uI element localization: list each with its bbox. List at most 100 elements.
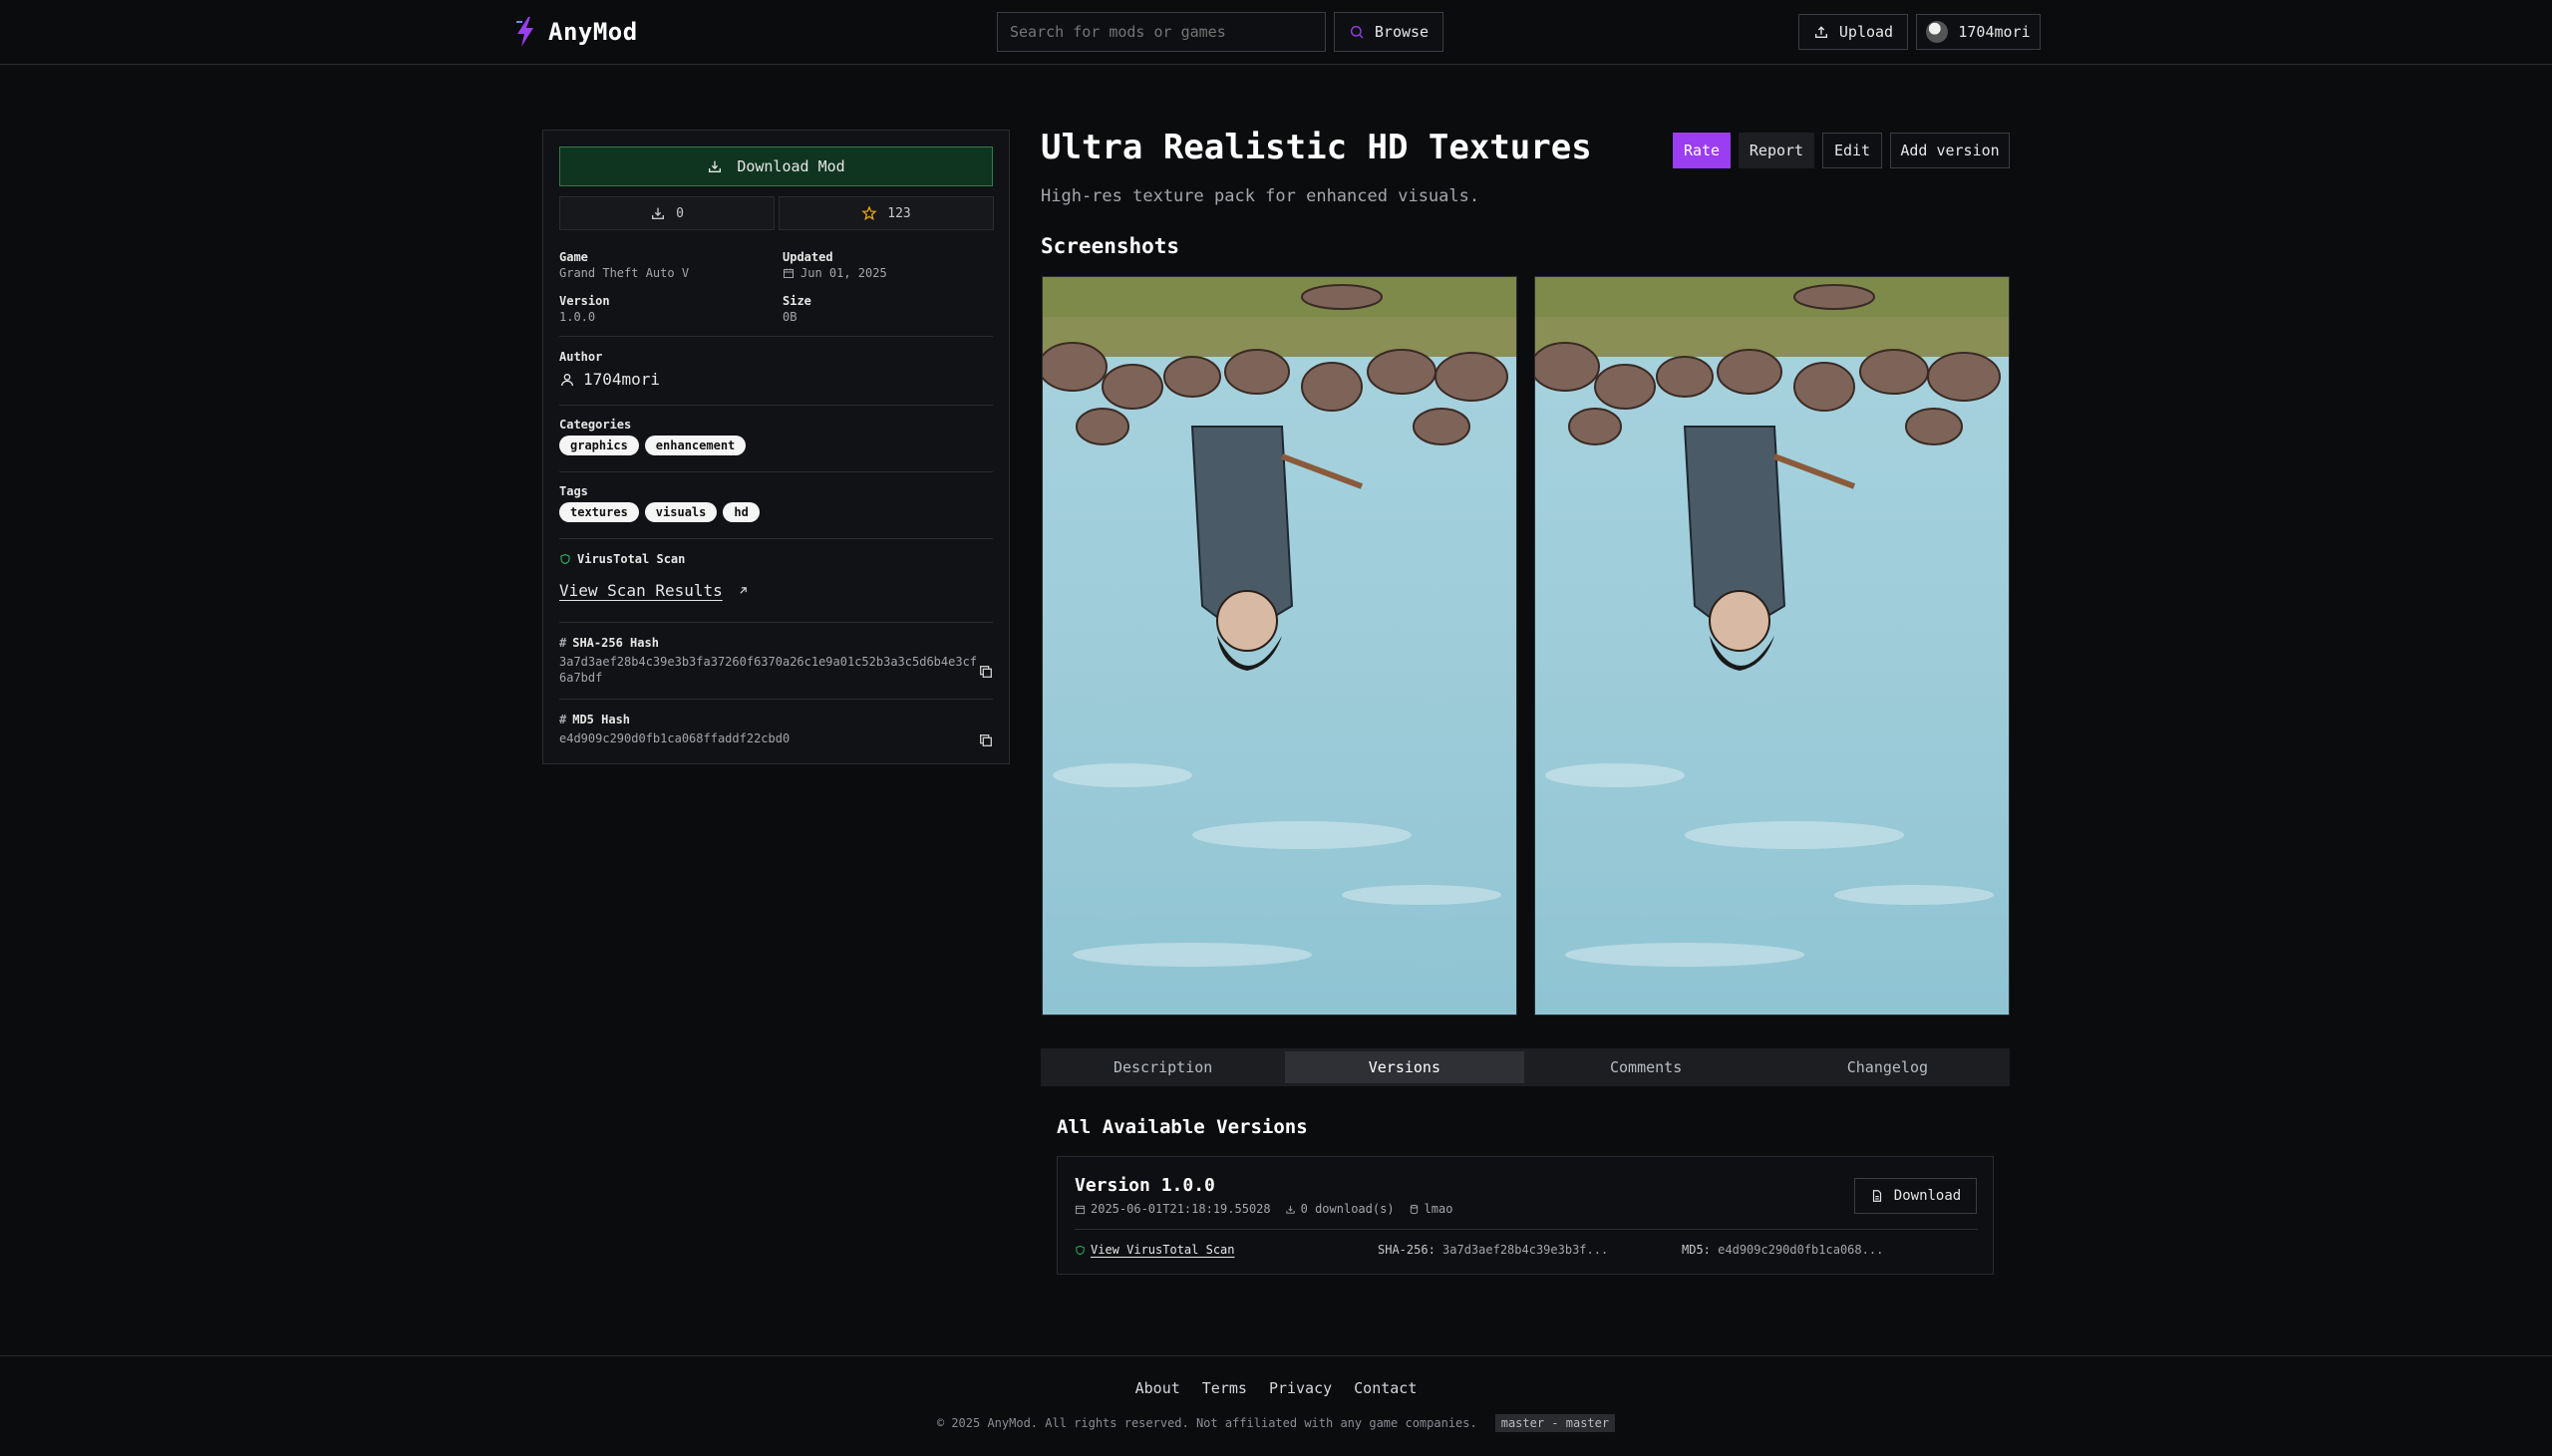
divider: [1075, 1229, 1978, 1230]
virustotal-label: VirusTotal Scan: [577, 552, 686, 566]
view-scan-results-link[interactable]: View Scan Results: [559, 581, 750, 600]
copy-icon[interactable]: [978, 664, 994, 680]
download-icon: [1286, 1205, 1295, 1214]
hash-icon: #: [559, 713, 567, 727]
version-md5-label: MD5:: [1682, 1243, 1711, 1257]
version-sha-label: SHA-256:: [1378, 1243, 1436, 1257]
edit-button[interactable]: Edit: [1822, 133, 1882, 168]
tab-versions[interactable]: Versions: [1285, 1051, 1524, 1083]
downloads-count: 0: [676, 205, 684, 221]
tab-comments[interactable]: Comments: [1527, 1051, 1765, 1083]
tab-description[interactable]: Description: [1044, 1051, 1282, 1083]
calendar-icon: [784, 268, 794, 278]
version-name: Version 1.0.0: [1075, 1175, 1215, 1196]
version-meta: 2025-06-01T21:18:19.55028 0 download(s) …: [1075, 1202, 1452, 1216]
category-pill[interactable]: enhancement: [644, 436, 747, 455]
virustotal-link-label: View VirusTotal Scan: [1091, 1243, 1235, 1257]
branch-badge: master - master: [1494, 1414, 1616, 1432]
copy-icon[interactable]: [978, 732, 994, 748]
virustotal-heading: VirusTotal Scan: [559, 552, 685, 566]
download-mod-button[interactable]: Download Mod: [559, 146, 993, 186]
upload-label: Upload: [1838, 23, 1894, 41]
search-input[interactable]: [997, 12, 1326, 52]
screenshot-thumbnail[interactable]: [1042, 276, 1517, 1016]
footer-link-about[interactable]: About: [1135, 1379, 1180, 1397]
version-download-label: Download: [1893, 1188, 1962, 1204]
upload-button[interactable]: Upload: [1798, 14, 1908, 50]
username: 1704mori: [1958, 23, 2031, 41]
divider: [559, 336, 993, 337]
game-label: Game: [559, 250, 588, 264]
tag-pill[interactable]: hd: [723, 502, 760, 522]
size-label: Size: [783, 294, 811, 308]
divider: [559, 471, 993, 472]
logo[interactable]: AnyMod: [514, 16, 638, 48]
shield-icon: [560, 553, 570, 565]
app-name: AnyMod: [548, 18, 638, 46]
screenshots-heading: Screenshots: [1041, 234, 1180, 258]
category-pill[interactable]: graphics: [559, 436, 639, 455]
version-download-button[interactable]: Download: [1854, 1178, 1977, 1214]
user-icon: [561, 373, 573, 386]
hash-icon: #: [559, 636, 567, 650]
footer-link-terms[interactable]: Terms: [1202, 1379, 1247, 1397]
tab-changelog[interactable]: Changelog: [1768, 1051, 2007, 1083]
divider: [559, 405, 993, 406]
footer-copyright-row: © 2025 AnyMod. All rights reserved. Not …: [0, 1414, 2552, 1432]
version-md5-value: e4d909c290d0fb1ca068...: [1718, 1243, 1884, 1257]
rate-button[interactable]: Rate: [1673, 133, 1731, 168]
lightning-icon: [516, 17, 533, 47]
updated-value: Jun 01, 2025: [783, 266, 887, 280]
version-label: Version: [559, 294, 610, 308]
tag-pill[interactable]: textures: [559, 502, 639, 522]
report-button[interactable]: Report: [1739, 133, 1814, 168]
version-date-text: 2025-06-01T21:18:19.55028: [1091, 1202, 1271, 1216]
footer-link-privacy[interactable]: Privacy: [1269, 1379, 1332, 1397]
database-icon: [1410, 1204, 1418, 1214]
browse-label: Browse: [1374, 23, 1430, 41]
mod-subtitle: High-res texture pack for enhanced visua…: [1041, 186, 1480, 206]
calendar-icon: [1075, 1205, 1086, 1214]
game-value: Grand Theft Auto V: [559, 266, 690, 280]
rating-stat[interactable]: 123: [779, 196, 994, 230]
updated-label: Updated: [783, 250, 833, 264]
download-mod-label: Download Mod: [737, 157, 845, 175]
footer-link-contact[interactable]: Contact: [1354, 1379, 1417, 1397]
size-value: 0B: [783, 310, 798, 324]
categories-label: Categories: [559, 418, 632, 432]
version-sha-value: 3a7d3aef28b4c39e3b3f...: [1442, 1243, 1609, 1257]
rating-count: 123: [887, 205, 911, 221]
version-md5: MD5: e4d909c290d0fb1ca068...: [1682, 1243, 1883, 1257]
add-version-button[interactable]: Add version: [1890, 133, 2010, 168]
mod-details-card: Download Mod 0 123 Game Grand Theft Auto…: [542, 130, 1010, 764]
screenshot-image: [1043, 277, 1516, 1015]
browse-button[interactable]: Browse: [1334, 12, 1443, 52]
author-label: Author: [559, 350, 603, 364]
view-virustotal-link[interactable]: View VirusTotal Scan: [1075, 1243, 1235, 1257]
sha256-value: 3a7d3aef28b4c39e3b3fa37260f6370a26c1e9a0…: [559, 655, 978, 685]
divider: [559, 538, 993, 539]
tag-pill[interactable]: visuals: [644, 502, 718, 522]
divider: [559, 699, 993, 700]
mod-title: Ultra Realistic HD Textures: [1041, 128, 1592, 167]
version-sha256: SHA-256: 3a7d3aef28b4c39e3b3f...: [1378, 1243, 1608, 1257]
categories-list: graphics enhancement: [559, 436, 747, 455]
copyright-text: © 2025 AnyMod. All rights reserved. Not …: [936, 1416, 1477, 1430]
tags-list: textures visuals hd: [559, 502, 760, 522]
version-downloads: 0 download(s): [1285, 1202, 1395, 1216]
sha256-heading: # SHA-256 Hash: [559, 636, 659, 650]
updated-date: Jun 01, 2025: [800, 266, 887, 280]
user-menu-button[interactable]: 1704mori: [1916, 14, 2041, 50]
version-date: 2025-06-01T21:18:19.55028: [1075, 1202, 1271, 1216]
download-icon: [652, 207, 665, 219]
screenshot-thumbnail[interactable]: [1534, 276, 2010, 1016]
downloads-stat: 0: [559, 196, 775, 230]
download-icon: [709, 160, 722, 172]
md5-label: MD5 Hash: [572, 713, 631, 727]
footer: About Terms Privacy Contact © 2025 AnyMo…: [0, 1355, 2552, 1456]
author-name: 1704mori: [583, 370, 661, 389]
scan-link-label: View Scan Results: [559, 581, 723, 600]
author-link[interactable]: 1704mori: [559, 370, 660, 389]
shield-icon: [1076, 1245, 1085, 1255]
avatar: [1926, 21, 1949, 43]
